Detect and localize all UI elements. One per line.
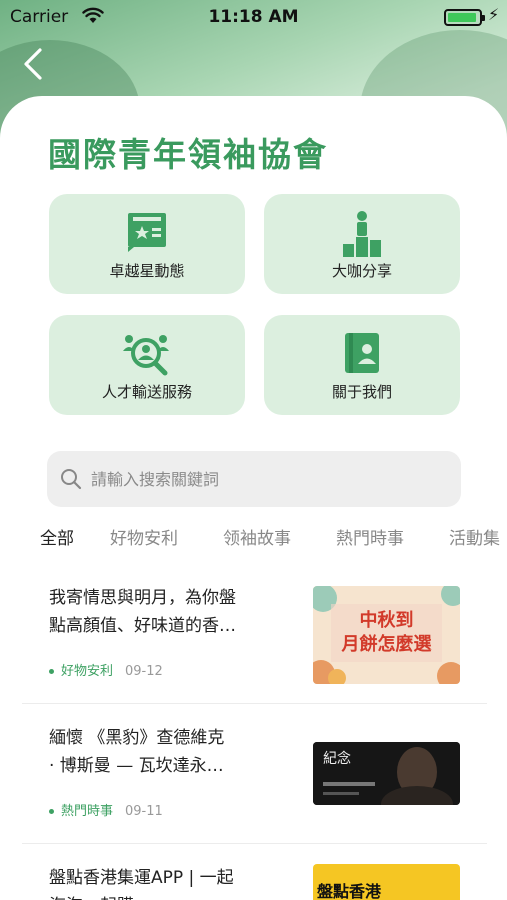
article-title-line: 緬懷 《黑豹》查德維克 <box>49 728 225 748</box>
article-meta: 好物安利 09-12 <box>49 660 163 679</box>
article-title: 我寄情思與明月，為你盤 點高顏值、好味道的香… <box>49 584 289 640</box>
tab-all[interactable]: 全部 <box>40 524 74 549</box>
article-item[interactable]: 緬懷 《黑豹》查德維克 · 博斯曼 — 瓦坎達永… 熱門時事 09-11 紀念 <box>0 724 507 844</box>
clock-time: 11:18 AM <box>208 7 299 27</box>
article-title-line: 海淘一起購 <box>49 892 289 900</box>
article-date: 09-12 <box>125 664 163 679</box>
tab-hot-news[interactable]: 熱門時事 <box>336 524 404 549</box>
article-title-line: 點高顏值、好味道的香… <box>49 616 236 636</box>
search-input[interactable] <box>91 465 441 493</box>
tab-events[interactable]: 活動集 <box>449 524 500 549</box>
category-dot <box>49 809 54 814</box>
category-tabs: 全部 好物安利 领袖故事 熱門時事 活動集 <box>40 524 507 554</box>
tab-recommendations[interactable]: 好物安利 <box>110 524 178 549</box>
thumbnail-caption: 盤點香港 <box>317 882 382 900</box>
charging-bolt-icon: ⚡ <box>488 5 500 24</box>
page-title: 國際青年領袖協會 <box>48 135 328 174</box>
search-icon <box>61 469 82 490</box>
tile-label: 關于我們 <box>331 383 392 401</box>
article-date: 09-11 <box>125 804 163 819</box>
article-category: 好物安利 <box>61 664 114 679</box>
tile-label: 大咖分享 <box>331 262 392 280</box>
article-thumbnail: 盤點香港 <box>313 864 460 900</box>
article-title: 緬懷 《黑豹》查德維克 · 博斯曼 — 瓦坎達永… <box>49 724 289 780</box>
thumbnail-caption: 中秋到 <box>359 610 414 631</box>
article-thumbnail: 中秋到 月餅怎麼選 <box>313 586 460 684</box>
article-title: 盤點香港集運APP | 一起 海淘一起購 <box>49 864 289 900</box>
back-button[interactable] <box>20 46 50 82</box>
search-bar[interactable] <box>47 451 461 507</box>
tab-leader-stories[interactable]: 领袖故事 <box>223 524 291 549</box>
thumbnail-caption: 月餅怎麼選 <box>341 634 432 655</box>
list-divider <box>22 703 487 704</box>
article-thumbnail: 紀念 <box>313 742 460 805</box>
tile-about-us[interactable]: 關于我們 <box>264 315 460 415</box>
article-item[interactable]: 盤點香港集運APP | 一起 海淘一起購 盤點香港 <box>0 864 507 900</box>
thumbnail-caption: 紀念 <box>323 751 351 767</box>
category-dot <box>49 669 54 674</box>
tile-guest-sharing[interactable]: 大咖分享 <box>264 194 460 294</box>
article-category: 熱門時事 <box>61 804 114 819</box>
list-divider <box>22 843 487 844</box>
article-item[interactable]: 我寄情思與明月，為你盤 點高顏值、好味道的香… 好物安利 09-12 中秋到 月餅… <box>0 584 507 704</box>
news-card-icon <box>49 208 245 256</box>
article-title-line: 盤點香港集運APP | 一起 <box>49 868 234 888</box>
about-book-icon <box>264 329 460 377</box>
article-title-line: · 博斯曼 — 瓦坎達永… <box>49 756 224 776</box>
status-bar: Carrier 11:18 AM ⚡ <box>0 0 507 34</box>
tile-talent-service[interactable]: 人才輸送服務 <box>49 315 245 415</box>
tile-label: 人才輸送服務 <box>101 383 192 401</box>
article-meta: 熱門時事 09-11 <box>49 800 163 819</box>
talent-search-icon <box>49 329 245 377</box>
battery-icon <box>444 9 485 26</box>
tile-label: 卓越星動態 <box>109 262 185 280</box>
tile-excellence-news[interactable]: 卓越星動態 <box>49 194 245 294</box>
podium-icon <box>264 208 460 257</box>
article-title-line: 我寄情思與明月，為你盤 <box>49 588 236 608</box>
